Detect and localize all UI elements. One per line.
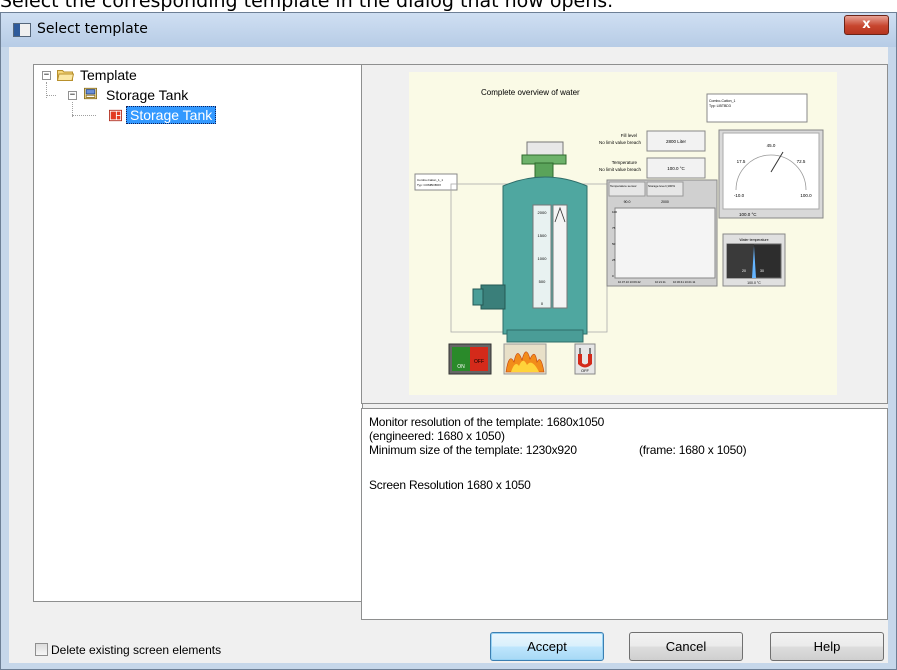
combo-left-label: Combo-Cation_1_1 — [417, 178, 443, 182]
trend-header: Storage level (100% — [648, 184, 675, 188]
frame-size-text: (frame: 1680 x 1050) — [639, 443, 747, 457]
delete-existing-elements-label[interactable]: Delete existing screen elements — [51, 643, 221, 657]
template-group-icon — [84, 87, 97, 100]
minimum-size-text: Minimum size of the template: 1230x920 — [369, 443, 577, 457]
cancel-button[interactable]: Cancel — [629, 632, 743, 661]
trend-ytick: 25 — [612, 258, 616, 262]
water-temperature-tick: 20 — [742, 269, 746, 273]
temperature-limit: No limit value breach — [599, 167, 642, 172]
trend-header: Temperature sensor — [610, 184, 637, 188]
close-button[interactable]: x — [844, 15, 889, 35]
combo-label: Combo-Cation_1 — [709, 99, 736, 103]
collapse-icon[interactable]: − — [68, 91, 77, 100]
title-bar[interactable]: Select template x — [1, 13, 896, 47]
trend-value: 2000 — [661, 200, 669, 204]
off-label: OFF — [474, 359, 484, 365]
trend-ytick: 100 — [612, 210, 617, 214]
tank-scale-tick: 2000 — [538, 210, 548, 215]
collapse-icon[interactable]: − — [42, 71, 51, 80]
tree-item-template[interactable]: − Template — [34, 67, 354, 85]
combo-type: Typ: LIBTBD3 — [709, 104, 731, 108]
monitor-resolution-text: Monitor resolution of the template: 1680… — [369, 415, 605, 429]
select-template-dialog: Select template x − Template − Storage T… — [0, 12, 897, 670]
folder-open-icon — [57, 70, 74, 81]
tank-base — [506, 329, 584, 343]
trend-ytick: 50 — [612, 242, 616, 246]
template-preview-panel: Complete overview of water Combo-Cation_… — [361, 64, 888, 404]
preview-title: Complete overview of water — [481, 88, 580, 97]
valve-top — [526, 141, 564, 157]
tree-item-storage-tank-folder[interactable]: − Storage Tank — [34, 87, 354, 105]
delete-existing-elements-checkbox[interactable] — [35, 643, 48, 656]
temperature-label: Temperature — [612, 160, 638, 165]
tree-label-template: Template — [80, 67, 137, 83]
on-label: ON — [457, 364, 465, 370]
trend-value: 90.0 — [624, 200, 631, 204]
gauge-tick: 17.5 — [737, 159, 746, 164]
template-tree[interactable]: − Template − Storage Tank Storage Tank — [33, 64, 363, 602]
fill-level-label: Fill level — [621, 133, 637, 138]
tank-outlet-flange — [472, 288, 484, 306]
fill-level-value: 2800 Liter — [666, 139, 687, 144]
tank-outlet — [480, 284, 506, 310]
tank-scale-tick: 1500 — [538, 233, 548, 238]
dialog-title: Select template — [37, 21, 148, 37]
trend-time: 10:30:41 10:21:11 — [673, 280, 696, 284]
trend-time: 10.07.10 10:09:42 — [618, 280, 641, 284]
template-info-panel: Monitor resolution of the template: 1680… — [361, 408, 888, 620]
tree-item-storage-tank-template[interactable]: Storage Tank — [34, 106, 354, 125]
gauge-tick: 72.5 — [797, 159, 806, 164]
accept-button[interactable]: Accept — [490, 632, 604, 661]
screen-resolution-text: Screen Resolution 1680 x 1050 — [369, 478, 531, 492]
gauge-value: 100.0 °C — [739, 212, 757, 217]
fill-level-limit: No limit value breach — [599, 140, 642, 145]
tank-level-indicator — [552, 204, 568, 309]
combo-left-type: Typ: COMBOBOX — [417, 183, 441, 187]
trend-plot-area — [614, 207, 716, 279]
tree-label-storage-tank-selected: Storage Tank — [126, 106, 217, 124]
water-temperature-title: Water temperature — [739, 238, 768, 242]
storage-tank-preview-graphic: Complete overview of water Combo-Cation_… — [414, 88, 824, 375]
gauge-tick: 45.0 — [767, 143, 776, 148]
tree-label-storage-tank-folder: Storage Tank — [106, 87, 189, 103]
water-temperature-value: 100.0 °C — [747, 281, 761, 285]
trend-time: 10:21:11 — [655, 280, 666, 284]
gauge-tick: -10.0 — [734, 193, 745, 198]
tank-scale-tick: 500 — [539, 279, 546, 284]
water-temperature-tick: 30 — [760, 269, 764, 273]
window-icon — [13, 23, 31, 37]
help-button[interactable]: Help — [770, 632, 884, 661]
tank-scale-tick: 1000 — [538, 256, 548, 261]
engineered-resolution-text: (engineered: 1680 x 1050) — [369, 429, 505, 443]
plug-label: OFF — [581, 368, 590, 373]
template-preview-image: Complete overview of water Combo-Cation_… — [409, 72, 837, 395]
gauge-tick: 100.0 — [800, 193, 812, 198]
screen-template-icon — [109, 109, 122, 122]
water-temperature-shade — [727, 244, 754, 278]
trend-ytick: 75 — [612, 226, 616, 230]
temperature-value: 100.0 °C — [667, 166, 685, 171]
dialog-body: − Template − Storage Tank Storage Tank C… — [9, 47, 888, 663]
